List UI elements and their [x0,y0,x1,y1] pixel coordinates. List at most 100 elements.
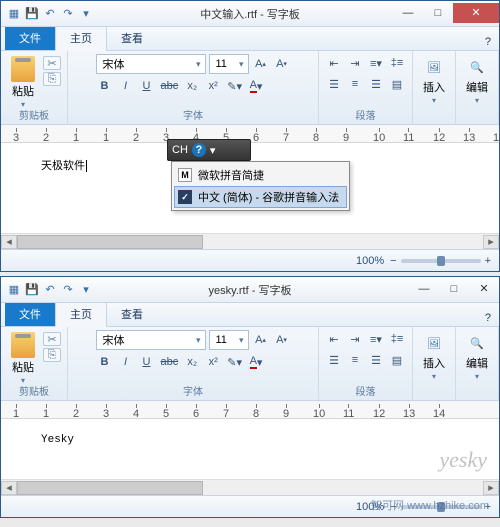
scroll-track[interactable] [17,481,483,495]
help-icon[interactable]: ? [477,310,499,326]
save-icon[interactable]: 💾 [25,7,39,21]
font-color-button[interactable]: A▾ [247,353,265,371]
copy-button[interactable]: ⎘ [43,348,61,362]
shrink-font-button[interactable]: A▾ [273,55,291,73]
insert-button[interactable]: 🖼 插入 ▾ [419,54,449,107]
align-left-button[interactable]: ☰ [325,351,343,369]
ime-option-ms-pinyin[interactable]: M 微软拼音简捷 [174,164,347,186]
help-icon[interactable]: ? [477,34,499,50]
minimize-button[interactable]: — [393,3,423,23]
align-right-button[interactable]: ☰ [367,351,385,369]
tab-view[interactable]: 查看 [107,26,157,50]
titlebar[interactable]: ▦ 💾 ↶ ↷ ▾ 中文输入.rtf - 写字板 — □ ✕ [1,1,499,27]
increase-indent-button[interactable]: ⇥ [346,330,364,348]
scroll-thumb[interactable] [17,235,203,249]
cut-button[interactable]: ✂ [43,332,61,346]
decrease-indent-button[interactable]: ⇤ [325,54,343,72]
maximize-button[interactable]: □ [423,3,453,23]
font-color-button[interactable]: A▾ [247,77,265,95]
justify-button[interactable]: ▤ [388,75,406,93]
align-center-button[interactable]: ≡ [346,351,364,369]
zoom-out-button[interactable]: − [390,501,396,513]
titlebar[interactable]: ▦ 💾 ↶ ↷ ▾ yesky.rtf - 写字板 — □ ✕ [1,277,499,303]
bold-button[interactable]: B [96,77,114,95]
tab-view[interactable]: 查看 [107,302,157,326]
grow-font-button[interactable]: A▴ [252,55,270,73]
strikethrough-button[interactable]: abc [159,353,181,371]
bold-button[interactable]: B [96,353,114,371]
cut-button[interactable]: ✂ [43,56,61,70]
redo-icon[interactable]: ↷ [61,7,75,21]
italic-button[interactable]: I [117,77,135,95]
line-spacing-button[interactable]: ‡≡ [388,330,406,348]
zoom-in-button[interactable]: + [485,255,491,267]
superscript-button[interactable]: x² [204,353,222,371]
document-area[interactable]: Yesky yesky [1,419,499,479]
scroll-track[interactable] [17,235,483,249]
tab-home[interactable]: 主页 [55,25,107,51]
scroll-left-button[interactable]: ◂ [1,481,17,495]
undo-icon[interactable]: ↶ [43,283,57,297]
font-family-select[interactable]: 宋体 [96,54,206,74]
qat-dropdown-icon[interactable]: ▾ [79,283,93,297]
zoom-thumb[interactable] [437,502,445,512]
ime-help-icon[interactable]: ? [192,143,206,157]
align-center-button[interactable]: ≡ [346,75,364,93]
highlight-button[interactable]: ✎▾ [225,353,244,371]
underline-button[interactable]: U [138,77,156,95]
ime-dropdown-icon[interactable]: ▾ [210,144,216,157]
grow-font-button[interactable]: A▴ [252,331,270,349]
paste-button[interactable]: 粘贴 ▾ [7,330,39,387]
subscript-button[interactable]: x₂ [183,77,201,95]
ruler[interactable]: 11234567891011121314 [1,401,499,419]
zoom-in-button[interactable]: + [485,501,491,513]
line-spacing-button[interactable]: ‡≡ [388,54,406,72]
scroll-left-button[interactable]: ◂ [1,235,17,249]
close-button[interactable]: ✕ [469,279,499,299]
font-family-select[interactable]: 宋体 [96,330,206,350]
horizontal-scrollbar[interactable]: ◂ ▸ [1,233,499,249]
align-right-button[interactable]: ☰ [367,75,385,93]
scroll-right-button[interactable]: ▸ [483,235,499,249]
subscript-button[interactable]: x₂ [183,353,201,371]
redo-icon[interactable]: ↷ [61,283,75,297]
font-size-select[interactable]: 11 [209,330,249,350]
decrease-indent-button[interactable]: ⇤ [325,330,343,348]
zoom-out-button[interactable]: − [390,255,396,267]
align-left-button[interactable]: ☰ [325,75,343,93]
bullets-button[interactable]: ≡▾ [367,330,385,348]
zoom-thumb[interactable] [437,256,445,266]
copy-button[interactable]: ⎘ [43,72,61,86]
underline-button[interactable]: U [138,353,156,371]
edit-button[interactable]: 🔍 编辑 ▾ [462,330,492,383]
horizontal-scrollbar[interactable]: ◂ ▸ [1,479,499,495]
bullets-button[interactable]: ≡▾ [367,54,385,72]
justify-button[interactable]: ▤ [388,351,406,369]
scroll-right-button[interactable]: ▸ [483,481,499,495]
minimize-button[interactable]: — [409,279,439,299]
insert-button[interactable]: 🖼 插入 ▾ [419,330,449,383]
ime-option-google-pinyin[interactable]: ✓ 中文 (简体) - 谷歌拼音输入法 [174,186,347,208]
tab-home[interactable]: 主页 [55,301,107,327]
edit-button[interactable]: 🔍 编辑 ▾ [462,54,492,107]
highlight-button[interactable]: ✎▾ [225,77,244,95]
font-size-select[interactable]: 11 [209,54,249,74]
maximize-button[interactable]: □ [439,279,469,299]
tab-file[interactable]: 文件 [5,26,55,50]
document-area[interactable]: 天极软件 CH ? ▾ M 微软拼音简捷 ✓ 中文 (简体) - 谷歌拼音输入法 [1,143,499,233]
save-icon[interactable]: 💾 [25,283,39,297]
shrink-font-button[interactable]: A▾ [273,331,291,349]
italic-button[interactable]: I [117,353,135,371]
tab-file[interactable]: 文件 [5,302,55,326]
zoom-slider[interactable]: − + [390,255,491,267]
close-button[interactable]: ✕ [453,3,499,23]
strikethrough-button[interactable]: abc [159,77,181,95]
paste-button[interactable]: 粘贴 ▾ [7,54,39,111]
zoom-slider[interactable]: − + [390,501,491,513]
increase-indent-button[interactable]: ⇥ [346,54,364,72]
superscript-button[interactable]: x² [204,77,222,95]
undo-icon[interactable]: ↶ [43,7,57,21]
scroll-thumb[interactable] [17,481,203,495]
qat-dropdown-icon[interactable]: ▾ [79,7,93,21]
ime-toolbar[interactable]: CH ? ▾ [167,139,251,161]
